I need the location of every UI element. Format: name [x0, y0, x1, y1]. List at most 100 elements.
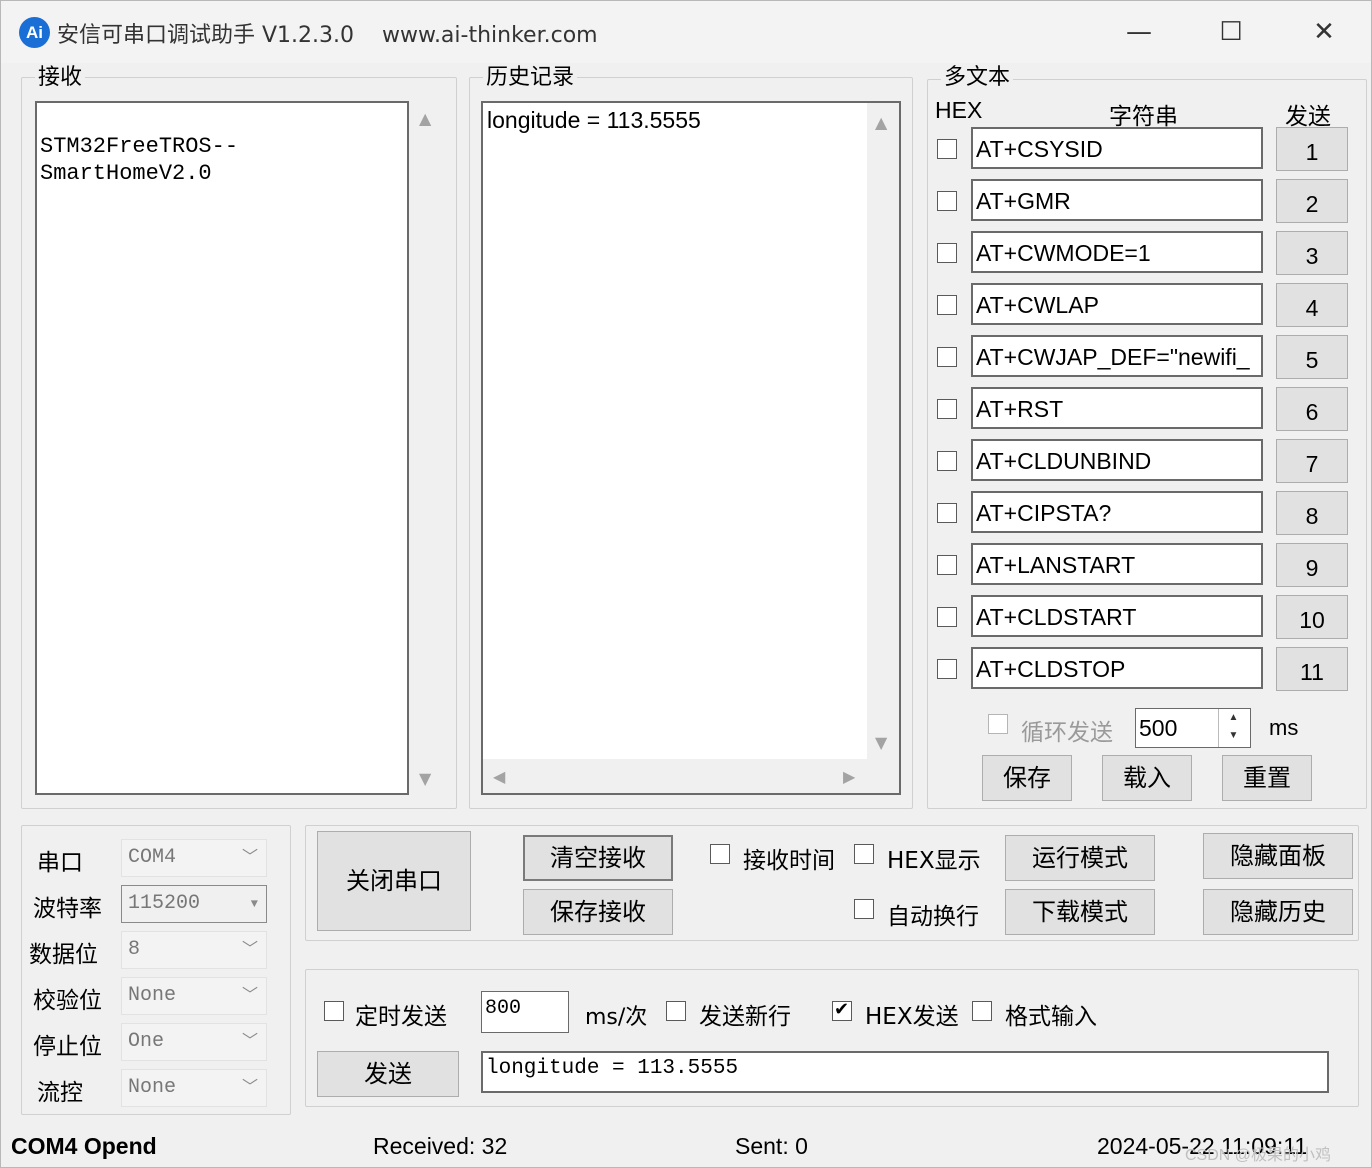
- close-port-button[interactable]: 关闭串口: [317, 831, 471, 931]
- download-mode-button[interactable]: 下载模式: [1005, 889, 1155, 935]
- send-newline-checkbox[interactable]: [666, 1001, 686, 1021]
- flow-value: None: [128, 1076, 177, 1099]
- hex-row-checkbox[interactable]: [937, 399, 957, 419]
- format-input-label: 格式输入: [1005, 1004, 1097, 1030]
- send-button[interactable]: 发送: [317, 1051, 459, 1097]
- receive-time-checkbox[interactable]: [710, 844, 730, 864]
- multitext-send-button[interactable]: 8: [1276, 491, 1348, 535]
- multitext-send-button[interactable]: 9: [1276, 543, 1348, 587]
- scroll-up-arrow-icon[interactable]: ▲: [875, 115, 887, 131]
- multitext-string-field[interactable]: AT+RST: [971, 387, 1263, 429]
- timed-send-checkbox[interactable]: [324, 1001, 344, 1021]
- multitext-send-button[interactable]: 2: [1276, 179, 1348, 223]
- hex-row-checkbox[interactable]: [937, 243, 957, 263]
- format-input-checkbox[interactable]: [972, 1001, 992, 1021]
- minimize-button[interactable]: —: [1116, 13, 1162, 51]
- loop-unit-label: ms: [1269, 715, 1299, 740]
- hex-row-checkbox[interactable]: [937, 347, 957, 367]
- multitext-string-field[interactable]: AT+CSYSID: [971, 127, 1263, 169]
- hex-row-checkbox[interactable]: [937, 607, 957, 627]
- multitext-string-field[interactable]: AT+CIPSTA?: [971, 491, 1263, 533]
- scroll-left-arrow-icon[interactable]: ◀: [493, 769, 505, 785]
- scroll-up-arrow-icon[interactable]: ▲: [419, 111, 431, 127]
- multitext-string-field[interactable]: AT+CLDSTART: [971, 595, 1263, 637]
- dropdown-arrow-icon: ▼: [250, 897, 258, 911]
- timed-interval-field[interactable]: 800: [481, 991, 569, 1033]
- scroll-right-arrow-icon[interactable]: ▶: [843, 769, 855, 785]
- stopbits-label: 停止位: [33, 1034, 102, 1060]
- loop-send-label: 循环发送: [1021, 720, 1113, 746]
- multitext-string-field[interactable]: AT+GMR: [971, 179, 1263, 221]
- loop-interval-value: 500: [1139, 715, 1178, 741]
- clear-receive-button[interactable]: 清空接收: [523, 835, 673, 881]
- hex-row-checkbox[interactable]: [937, 295, 957, 315]
- history-vscrollbar[interactable]: [867, 103, 899, 759]
- run-mode-button[interactable]: 运行模式: [1005, 835, 1155, 881]
- maximize-button[interactable]: ☐: [1208, 13, 1254, 51]
- spin-arrows-icon[interactable]: ▲ ▼: [1218, 709, 1248, 747]
- history-hscrollbar[interactable]: [483, 759, 899, 793]
- loop-send-checkbox[interactable]: [988, 714, 1008, 734]
- send-input[interactable]: longitude = 113.5555: [481, 1051, 1329, 1093]
- receive-group-label: 接收: [35, 65, 86, 91]
- hex-display-label: HEX显示: [887, 848, 981, 874]
- multitext-send-button[interactable]: 6: [1276, 387, 1348, 431]
- port-label: 串口: [37, 850, 83, 876]
- parity-value: None: [128, 984, 177, 1007]
- loop-interval-field[interactable]: 500 ▲ ▼: [1135, 708, 1251, 748]
- flow-label: 流控: [37, 1080, 83, 1106]
- hex-row-checkbox[interactable]: [937, 659, 957, 679]
- hide-panel-button[interactable]: 隐藏面板: [1203, 833, 1353, 879]
- load-multitext-button[interactable]: 载入: [1102, 755, 1192, 801]
- hex-row-checkbox[interactable]: [937, 139, 957, 159]
- multitext-send-button[interactable]: 7: [1276, 439, 1348, 483]
- hex-send-label: HEX发送: [865, 1004, 959, 1030]
- hide-history-button[interactable]: 隐藏历史: [1203, 889, 1353, 935]
- history-item[interactable]: longitude = 113.5555: [487, 107, 701, 134]
- multitext-string-field[interactable]: AT+CWMODE=1: [971, 231, 1263, 273]
- multitext-send-button[interactable]: 5: [1276, 335, 1348, 379]
- multitext-send-button[interactable]: 11: [1276, 647, 1348, 691]
- hex-row-checkbox[interactable]: [937, 191, 957, 211]
- multitext-string-field[interactable]: AT+LANSTART: [971, 543, 1263, 585]
- save-receive-button[interactable]: 保存接收: [523, 889, 673, 935]
- stopbits-value: One: [128, 1030, 165, 1053]
- receive-line: STM32FreeTROS--: [40, 134, 239, 159]
- flow-select[interactable]: None ﹀: [121, 1069, 267, 1107]
- multitext-string-field[interactable]: AT+CWLAP: [971, 283, 1263, 325]
- multitext-group-label: 多文本: [941, 65, 1014, 91]
- multitext-send-button[interactable]: 4: [1276, 283, 1348, 327]
- history-list[interactable]: longitude = 113.5555 ▲ ▼ ◀ ▶: [481, 101, 901, 795]
- multitext-string-field[interactable]: AT+CLDSTOP: [971, 647, 1263, 689]
- multitext-send-button[interactable]: 10: [1276, 595, 1348, 639]
- hex-row-checkbox[interactable]: [937, 555, 957, 575]
- hex-send-checkbox[interactable]: ✔: [832, 999, 852, 1021]
- hex-row-checkbox[interactable]: [937, 451, 957, 471]
- baud-label: 波特率: [33, 896, 102, 922]
- hex-row-checkbox[interactable]: [937, 503, 957, 523]
- databits-select[interactable]: 8 ﹀: [121, 931, 267, 969]
- multitext-send-button[interactable]: 1: [1276, 127, 1348, 171]
- multitext-send-button[interactable]: 3: [1276, 231, 1348, 275]
- stopbits-select[interactable]: One ﹀: [121, 1023, 267, 1061]
- reset-multitext-button[interactable]: 重置: [1222, 755, 1312, 801]
- auto-wrap-checkbox[interactable]: [854, 899, 874, 919]
- port-select[interactable]: COM4 ﹀: [121, 839, 267, 877]
- save-multitext-button[interactable]: 保存: [982, 755, 1072, 801]
- baud-select[interactable]: 115200 ▼: [121, 885, 267, 923]
- chevron-down-icon: ﹀: [241, 941, 258, 959]
- close-button[interactable]: ✕: [1301, 13, 1347, 51]
- watermark: CSDN @极果的小鸡: [1185, 1147, 1332, 1164]
- send-column-header: 发送: [1285, 104, 1331, 130]
- receive-line: SmartHomeV2.0: [40, 161, 212, 186]
- multitext-string-field[interactable]: AT+CLDUNBIND: [971, 439, 1263, 481]
- receive-textarea[interactable]: STM32FreeTROS-- SmartHomeV2.0: [35, 101, 409, 795]
- hex-display-checkbox[interactable]: [854, 844, 874, 864]
- scroll-down-arrow-icon[interactable]: ▼: [875, 735, 887, 751]
- timed-send-label: 定时发送: [355, 1004, 447, 1030]
- parity-select[interactable]: None ﹀: [121, 977, 267, 1015]
- scroll-down-arrow-icon[interactable]: ▼: [419, 771, 431, 787]
- multitext-string-field[interactable]: AT+CWJAP_DEF="newifi_: [971, 335, 1263, 377]
- parity-label: 校验位: [33, 988, 102, 1014]
- window-title: 安信可串口调试助手 V1.2.3.0 www.ai-thinker.com: [57, 23, 598, 48]
